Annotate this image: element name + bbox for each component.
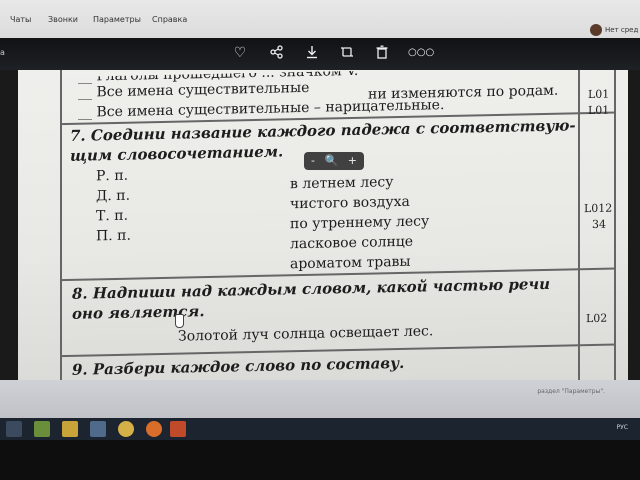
heart-icon[interactable]: ♡	[232, 45, 248, 61]
text-line-nouns-pre: __ Все имена существительные	[78, 79, 310, 101]
account-area[interactable]: Нет сред	[590, 24, 640, 38]
case-rp: Р. п.	[96, 167, 129, 185]
case-dp: Д. п.	[96, 187, 131, 205]
task-8-line-2: оно является.	[72, 302, 205, 323]
desktop-strip	[0, 380, 640, 420]
trash-icon[interactable]	[374, 45, 390, 61]
zoom-icon[interactable]: 🔍	[325, 152, 339, 170]
taskbar-app-3[interactable]	[90, 421, 106, 437]
code-l01-a: L01	[588, 87, 610, 102]
left-edge-label: а	[0, 48, 5, 57]
system-tray[interactable]: РУС	[617, 424, 628, 431]
sentence: Золотой луч солнца освещает лес.	[178, 323, 434, 345]
monitor-bezel	[0, 440, 640, 480]
task-9: 9. Разбери каждое слово по составу.	[72, 353, 405, 379]
code-l012: L012	[584, 201, 613, 216]
activate-windows-text: раздел "Параметры".	[537, 388, 605, 395]
phrase-5: ароматом травы	[290, 253, 411, 273]
avatar[interactable]	[590, 24, 602, 36]
more-icon[interactable]: ○○○	[408, 45, 434, 61]
app-menubar: Чаты Звонки Параметры Справка Нет сред	[0, 0, 640, 38]
taskbar-app-4[interactable]	[118, 421, 134, 437]
image-viewer-toolbar: а ♡ ○○○	[0, 38, 640, 70]
menu-calls[interactable]: Звонки	[48, 15, 78, 24]
phrase-4: ласковое солнце	[290, 233, 414, 253]
taskbar-app-5[interactable]	[146, 421, 162, 437]
zoom-control[interactable]: - 🔍 +	[304, 152, 364, 170]
monitor-screen: Чаты Звонки Параметры Справка Нет сред а…	[0, 0, 640, 440]
download-icon[interactable]	[304, 45, 320, 61]
table-border-code-column	[578, 70, 580, 389]
share-icon[interactable]	[269, 45, 285, 61]
menu-settings[interactable]: Параметры	[93, 15, 141, 24]
taskbar-app-1[interactable]	[34, 421, 50, 437]
table-border-left	[60, 70, 62, 400]
code-l01-b: L01	[588, 103, 610, 118]
case-tp: Т. п.	[96, 207, 129, 225]
taskbar-app-6[interactable]	[170, 421, 186, 437]
code-34: 34	[592, 217, 606, 231]
code-l02: L02	[586, 311, 608, 326]
task-7-line-2: щим словосочетанием.	[70, 142, 284, 165]
table-border-right	[614, 70, 616, 388]
phrase-3: по утреннему лесу	[290, 213, 430, 233]
menu-chats[interactable]: Чаты	[10, 15, 31, 24]
case-pp: П. п.	[96, 227, 131, 245]
account-name: Нет сред	[605, 26, 639, 34]
phrase-2: чистого воздуха	[290, 193, 410, 213]
crop-icon[interactable]	[339, 45, 355, 61]
phrase-1: в летнем лесу	[290, 174, 394, 193]
taskbar-app-2[interactable]	[62, 421, 78, 437]
zoom-out-button[interactable]: -	[311, 152, 315, 170]
mouse-cursor	[175, 314, 184, 328]
photo-view: __ Глаголы прошедшего ... значком V. __ …	[0, 70, 640, 400]
menu-help[interactable]: Справка	[152, 15, 187, 24]
worksheet-photo: __ Глаголы прошедшего ... значком V. __ …	[18, 70, 628, 400]
zoom-in-button[interactable]: +	[348, 152, 357, 170]
start-button[interactable]	[6, 421, 22, 437]
taskbar: РУС	[0, 418, 640, 440]
